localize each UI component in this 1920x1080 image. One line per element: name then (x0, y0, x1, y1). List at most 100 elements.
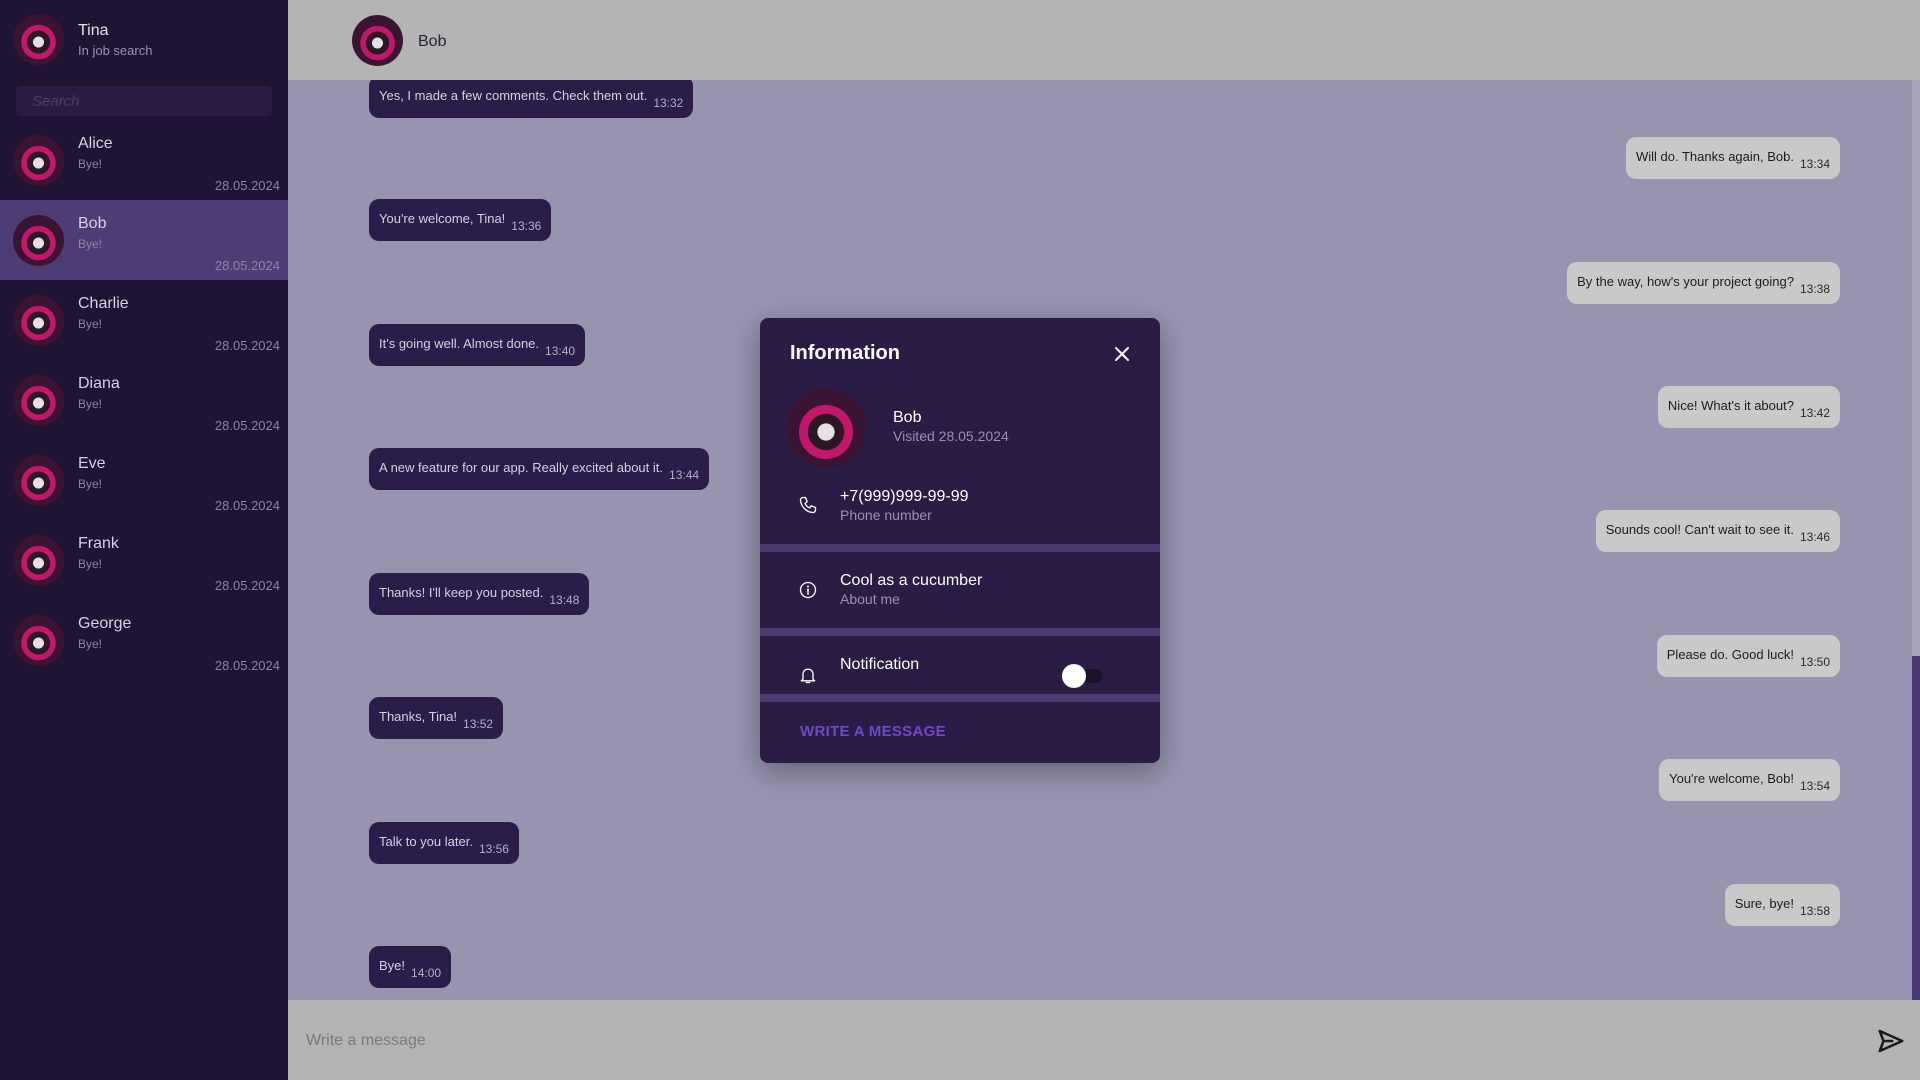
message-text: Will do. Thanks again, Bob. (1635, 149, 1794, 164)
message-incoming: Yes, I made a few comments. Check them o… (369, 80, 694, 118)
message-outgoing: By the way, how's your project going? 13:… (1567, 262, 1840, 304)
chat-contact-name: Bob (418, 33, 447, 50)
send-button[interactable] (1876, 1026, 1906, 1056)
message-time: 13:32 (653, 96, 684, 110)
send-icon (1878, 1029, 1904, 1053)
dialog-contact-name: Bob (893, 409, 922, 426)
notification-label: Notification (840, 656, 920, 673)
contact-date: 28.05.2024 (214, 658, 280, 673)
message-time: 13:38 (1799, 282, 1830, 296)
message-time: 13:58 (1799, 904, 1830, 918)
avatar (352, 15, 403, 66)
contact-item-george[interactable]: George Bye! 28.05.2024 (0, 600, 288, 680)
message-time: 13:40 (545, 344, 576, 358)
message-time: 13:50 (1799, 655, 1830, 669)
search-input[interactable] (16, 86, 272, 116)
composer (288, 1000, 1920, 1080)
contact-name: Alice (78, 135, 113, 152)
profile-name: Tina (78, 22, 109, 39)
contact-date: 28.05.2024 (214, 258, 280, 273)
about-label: About me (840, 591, 900, 607)
message-input[interactable] (304, 1026, 1848, 1056)
contact-last-message: Bye! (78, 237, 103, 251)
last-visited: Visited 28.05.2024 (893, 428, 1009, 444)
contact-name: Charlie (78, 295, 129, 312)
notification-toggle[interactable] (1062, 663, 1106, 689)
message-incoming: You're welcome, Tina! 13:36 (369, 199, 552, 241)
message-time: 13:54 (1799, 779, 1830, 793)
sidebar: Tina In job search Alice Bye! 28.05.2024… (0, 0, 288, 1080)
info-icon (799, 581, 817, 599)
message-outgoing: You're welcome, Bob! 13:54 (1659, 759, 1840, 801)
avatar (13, 14, 64, 65)
contact-date: 28.05.2024 (214, 418, 280, 433)
contact-item-alice[interactable]: Alice Bye! 28.05.2024 (0, 120, 288, 200)
message-incoming: Thanks! I'll keep you posted. 13:48 (369, 573, 590, 615)
avatar (13, 215, 64, 266)
message-incoming: A new feature for our app. Really excite… (369, 448, 710, 490)
contact-item-charlie[interactable]: Charlie Bye! 28.05.2024 (0, 280, 288, 360)
message-time: 13:36 (511, 219, 542, 233)
message-text: Thanks, Tina! (379, 709, 458, 724)
message-text: You're welcome, Bob! (1669, 771, 1794, 786)
contact-item-eve[interactable]: Eve Bye! 28.05.2024 (0, 440, 288, 520)
profile-header[interactable]: Tina In job search (0, 0, 288, 80)
message-text: Please do. Good luck! (1666, 647, 1794, 662)
contact-item-bob[interactable]: Bob Bye! 28.05.2024 (0, 200, 288, 280)
profile-status: In job search (78, 43, 153, 58)
scrollbar[interactable] (1912, 80, 1920, 1080)
message-text: It's going well. Almost done. (379, 336, 540, 351)
message-text: You're welcome, Tina! (379, 211, 506, 226)
avatar (13, 375, 64, 426)
message-text: Nice! What's it about? (1667, 398, 1794, 413)
divider (760, 694, 1160, 702)
divider (760, 628, 1160, 636)
message-outgoing: Nice! What's it about? 13:42 (1657, 386, 1840, 428)
message-text: By the way, how's your project going? (1577, 274, 1794, 289)
contact-last-message: Bye! (78, 557, 103, 571)
avatar (786, 388, 866, 468)
message-text: Talk to you later. (379, 834, 473, 849)
avatar (13, 295, 64, 346)
contact-item-frank[interactable]: Frank Bye! 28.05.2024 (0, 520, 288, 600)
write-message-button[interactable]: WRITE A MESSAGE (800, 723, 946, 740)
contact-date: 28.05.2024 (214, 338, 280, 353)
avatar (13, 455, 64, 506)
contact-name: Frank (78, 535, 119, 552)
message-time: 13:46 (1799, 530, 1830, 544)
message-text: Sounds cool! Can't wait to see it. (1605, 522, 1794, 537)
message-outgoing: Sounds cool! Can't wait to see it. 13:46 (1595, 510, 1840, 552)
message-outgoing: Sure, bye! 13:58 (1724, 884, 1840, 926)
message-outgoing: Please do. Good luck! 13:50 (1656, 635, 1840, 677)
contact-date: 28.05.2024 (214, 498, 280, 513)
toggle-knob (1062, 664, 1086, 688)
message-outgoing: Will do. Thanks again, Bob. 13:34 (1625, 137, 1840, 179)
bell-icon (800, 668, 816, 684)
message-text: Yes, I made a few comments. Check them o… (379, 88, 648, 103)
contact-name: George (78, 615, 132, 632)
contact-name: Bob (78, 215, 107, 232)
contact-last-message: Bye! (78, 637, 103, 651)
message-time: 13:42 (1799, 406, 1830, 420)
about-text: Cool as a cucumber (840, 572, 983, 589)
avatar (13, 615, 64, 666)
divider (760, 544, 1160, 552)
close-button[interactable] (1110, 342, 1134, 366)
message-time: 13:48 (549, 593, 580, 607)
phone-label: Phone number (840, 507, 932, 523)
message-time: 13:56 (478, 842, 509, 856)
phone-icon (799, 496, 817, 514)
contact-last-message: Bye! (78, 477, 103, 491)
message-time: 13:52 (463, 717, 494, 731)
chat-header[interactable]: Bob (288, 0, 1920, 80)
message-incoming: Bye! 14:00 (369, 946, 452, 988)
close-icon (1115, 347, 1129, 361)
message-text: A new feature for our app. Really excite… (379, 460, 664, 475)
info-dialog: Information Bob Visited 28.05.2024 +7(99… (760, 318, 1160, 763)
message-incoming: It's going well. Almost done. 13:40 (369, 324, 586, 366)
contact-name: Diana (78, 375, 120, 392)
phone-number: +7(999)999-99-99 (840, 488, 969, 505)
message-text: Bye! (379, 958, 406, 973)
contact-item-diana[interactable]: Diana Bye! 28.05.2024 (0, 360, 288, 440)
message-time: 14:00 (411, 966, 442, 980)
